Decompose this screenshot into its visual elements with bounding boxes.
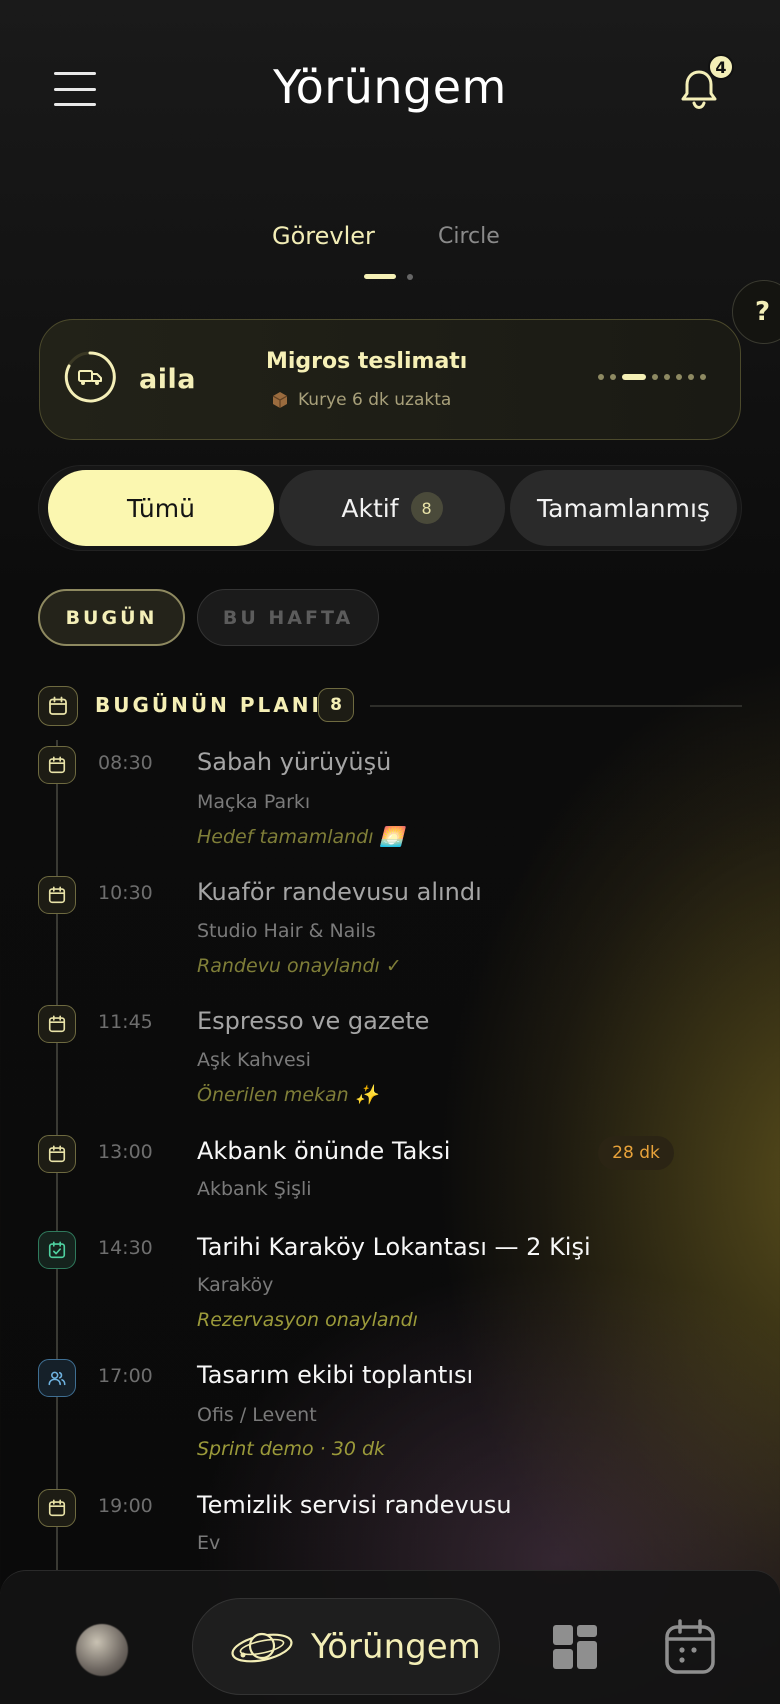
calendar-icon [38, 876, 76, 914]
checkbox-icon [38, 1231, 76, 1269]
pager-dot-active [622, 374, 646, 380]
event-time: 17:00 [98, 1365, 153, 1387]
chip-this-week[interactable]: BU HAFTA [197, 589, 379, 646]
eta-badge: 28 dk [598, 1136, 674, 1170]
event-title[interactable]: Akbank önünde Taksi [197, 1137, 450, 1165]
plan-title: BUGÜNÜN PLANI [95, 693, 322, 717]
event-title[interactable]: Tasarım ekibi toplantısı [197, 1361, 473, 1389]
calendar-icon [38, 686, 78, 726]
tab-indicator [407, 274, 413, 280]
filter-active-count: 8 [410, 492, 443, 524]
event-note: Hedef tamamlandı 🌅 [197, 826, 404, 848]
event-place: Karaköy [197, 1274, 274, 1296]
aila-card-title: Migros teslimatı [266, 349, 468, 374]
pager-dot [652, 374, 658, 380]
aila-logo: aila [139, 364, 196, 395]
orbit-planet-icon [231, 1632, 293, 1662]
event-time: 14:30 [98, 1237, 153, 1259]
profile-avatar[interactable] [76, 1624, 128, 1676]
notification-badge: 4 [708, 54, 734, 80]
tab-circle[interactable]: Circle [438, 224, 500, 249]
event-title[interactable]: Kuaför randevusu alındı [197, 878, 482, 906]
people-icon [38, 1359, 76, 1397]
event-title[interactable]: Tarihi Karaköy Lokantası — 2 Kişi [197, 1233, 591, 1261]
event-note: Randevu onaylandı ✓ [197, 955, 402, 977]
filter-all-button[interactable]: Tümü [48, 470, 274, 546]
tab-gorevler[interactable]: Görevler [272, 222, 375, 250]
aila-card-subtitle: Kurye 6 dk uzakta [270, 390, 451, 410]
plan-count-badge: 8 [318, 688, 354, 722]
dashboard-grid-icon[interactable] [552, 1624, 598, 1670]
pager-dot [610, 374, 616, 380]
event-time: 11:45 [98, 1011, 153, 1033]
divider [370, 705, 742, 707]
pager-dot [688, 374, 694, 380]
event-title[interactable]: Espresso ve gazete [197, 1007, 429, 1035]
event-place: Akbank Şişli [197, 1178, 312, 1200]
calendar-nav-icon[interactable] [664, 1619, 716, 1675]
page-title: Yörüngem [273, 60, 507, 114]
aila-card-subtitle-text: Kurye 6 dk uzakta [298, 390, 452, 410]
help-button[interactable]: ? [732, 280, 780, 344]
event-place: Aşk Kahvesi [197, 1049, 311, 1071]
tab-indicator-active [364, 274, 396, 279]
chip-today[interactable]: BUGÜN [38, 589, 185, 646]
event-time: 19:00 [98, 1495, 153, 1517]
aila-card-pager [598, 374, 706, 380]
nav-yorungem-label: Yörüngem [311, 1626, 481, 1667]
package-icon [272, 392, 288, 408]
event-place: Maçka Parkı [197, 791, 311, 813]
calendar-icon [38, 1489, 76, 1527]
event-title[interactable]: Sabah yürüyüşü [197, 748, 391, 776]
event-note: Önerilen mekan ✨ [197, 1084, 379, 1106]
delivery-truck-icon [64, 351, 116, 403]
event-title[interactable]: Temizlik servisi randevusu [197, 1491, 512, 1519]
calendar-icon [38, 746, 76, 784]
event-place: Ev [197, 1532, 221, 1554]
event-time: 10:30 [98, 882, 153, 904]
event-time: 13:00 [98, 1141, 153, 1163]
pager-dot [700, 374, 706, 380]
event-place: Ofis / Levent [197, 1404, 317, 1426]
filter-completed-button[interactable]: Tamamlanmış [510, 470, 737, 546]
filter-active-label: Aktif [341, 493, 399, 523]
event-note: Sprint demo · 30 dk [197, 1438, 386, 1460]
pager-dot [598, 374, 604, 380]
event-time: 08:30 [98, 752, 153, 774]
filter-active-button[interactable]: Aktif 8 [279, 470, 505, 546]
pager-dot [676, 374, 682, 380]
nav-yorungem-button[interactable]: Yörüngem [192, 1598, 500, 1695]
calendar-icon [38, 1005, 76, 1043]
event-place: Studio Hair & Nails [197, 920, 376, 942]
pager-dot [664, 374, 670, 380]
calendar-icon [38, 1135, 76, 1173]
event-note: Rezervasyon onaylandı [197, 1309, 418, 1331]
